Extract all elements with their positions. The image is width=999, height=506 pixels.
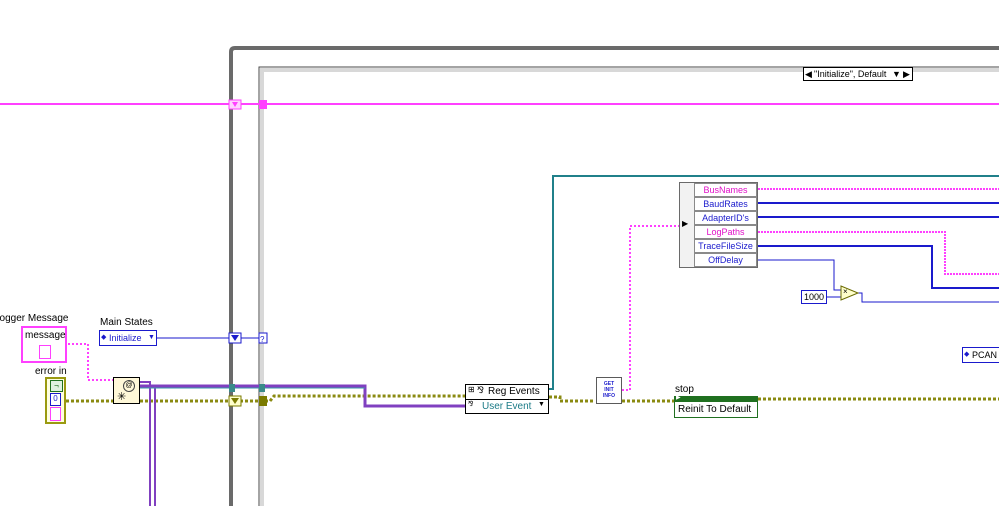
increment-arrow-icon[interactable]: ▶ [903,68,910,80]
unbundle-input-strip: ▶ [680,183,695,267]
svg-text:?: ? [260,335,265,344]
boolean-terminal-icon: ▶ [676,395,681,401]
case-selector-label: "Initialize", Default [814,69,887,79]
unbundle-arrow-icon: ▶ [682,219,689,228]
error-status-indicator: ¬ [50,380,63,392]
decrement-arrow-icon[interactable]: ◀ [805,68,812,80]
error-source-field [50,407,61,421]
config-wire [622,225,679,391]
main-states-label: Main States [100,317,153,328]
case-selector[interactable]: ◀ "Initialize", Default ▼ ▶ [803,67,913,81]
error-in-cluster[interactable]: ¬ 0 [45,377,66,424]
register-icon: ⊞ [468,385,475,394]
event-dropdown-icon: ▼ [538,401,545,408]
error-wire-main [140,394,465,403]
case-structure-frame [258,66,999,506]
pcan-label: PCAN [972,350,998,360]
constant-1000[interactable]: 1000 [801,290,827,304]
register-events-node[interactable]: ⊞ ⅋ Reg Events ⅋ User Event ▼ [465,384,549,414]
enum-updown-icon: ◆ [101,334,107,341]
message-control[interactable]: message [21,326,67,363]
unbundle-item-offdelay[interactable]: OffDelay [694,253,757,267]
enum-dropdown-icon: ▼ [148,334,155,341]
unbundle-item-logpaths[interactable]: LogPaths [694,225,757,239]
pcan-enum-icon: ◆ [964,351,970,358]
while-loop-frame [229,46,999,506]
unbundle-item-tracefilesize[interactable]: TraceFileSize [694,239,757,253]
get-init-info-subvi[interactable]: GET INIT INFO [596,377,622,404]
unbundle-item-baudrates[interactable]: BaudRates [694,197,757,211]
main-states-value: Initialize [109,333,142,343]
register-events-label: Reg Events [488,386,540,397]
event-source-field: ⅋ User Event ▼ [466,400,548,414]
dropdown-arrow-icon[interactable]: ▼ [892,68,901,80]
error-code-field: 0 [50,393,61,406]
reinit-button-control[interactable]: ▶ Reinit To Default [674,395,758,418]
multiply-symbol: × [843,287,848,296]
pcan-reference[interactable]: ◆ PCAN [962,347,999,363]
error-in-label: error in [35,366,67,377]
ref-small-icon: ⅋ [468,401,474,408]
get-init-info-line-3: INFO [603,393,615,399]
create-star-icon: ✳ [117,391,127,403]
message-wire [68,343,113,381]
reinit-to-default-label: Reinit To Default [678,404,752,415]
unbundle-item-busnames[interactable]: BusNames [694,183,757,197]
user-event-label: User Event [482,401,532,412]
message-label: message [25,330,66,341]
register-events-header: ⊞ ⅋ Reg Events [466,385,548,400]
create-user-event-node[interactable]: @ ✳ [113,377,140,404]
boolean-bar: ▶ [675,395,757,402]
unbundle-item-adapterids[interactable]: AdapterID's [694,211,757,225]
ref-icon: ⅋ [477,385,485,395]
string-terminal-icon [39,345,51,359]
logger-message-label: Logger Message [0,313,69,324]
main-states-enum[interactable]: ◆ Initialize ▼ [99,330,157,346]
event-wire [140,384,465,408]
